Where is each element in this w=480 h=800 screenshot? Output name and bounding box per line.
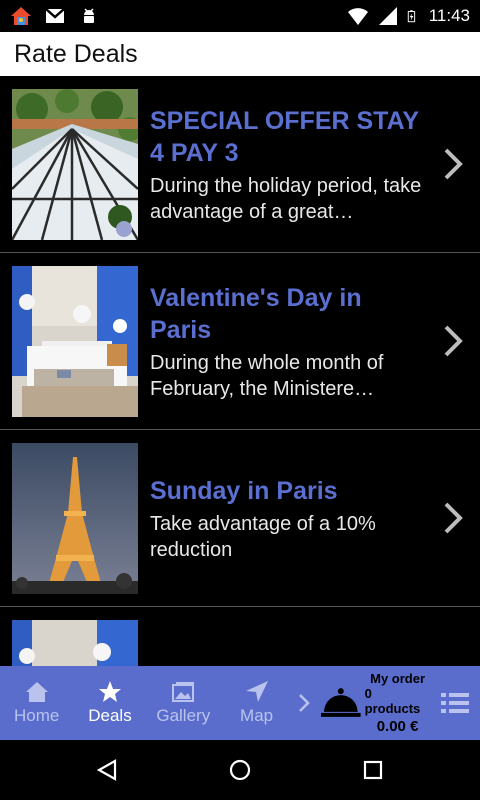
tab-label: Map: [240, 706, 274, 725]
order-summary[interactable]: My order 0 products 0.00 €: [321, 666, 430, 740]
list-menu-icon: [441, 693, 470, 713]
system-nav-bar: [0, 740, 480, 800]
back-button[interactable]: [87, 750, 127, 790]
deal-title: Sunday in Paris: [150, 476, 338, 505]
hotel-room-photo: [12, 266, 138, 417]
tab-label: Gallery: [156, 706, 211, 725]
deal-description: Take advantage of a 10% reduction: [150, 512, 376, 561]
status-time: 11:43: [428, 6, 470, 25]
more-tabs-button[interactable]: [293, 666, 315, 740]
star-icon: [98, 681, 121, 702]
bottom-tab-bar: Home Deals Gallery Map My order 0 produc…: [0, 666, 480, 740]
home-app-icon: [11, 7, 31, 25]
android-debug-icon: [84, 8, 94, 23]
signal-icon: [378, 7, 397, 25]
wifi-icon: [347, 8, 368, 25]
eiffel-tower-night-photo: [12, 443, 138, 594]
home-circle-icon: [229, 759, 251, 781]
menu-button[interactable]: [430, 666, 480, 740]
recents-square-icon: [364, 760, 383, 780]
hotel-room-photo: [12, 620, 138, 666]
cloche-icon: [321, 688, 361, 717]
chevron-right-icon: [444, 502, 463, 534]
navigation-arrow-icon: [245, 681, 268, 702]
deal-title: Valentine's Day in Paris: [150, 283, 362, 344]
tab-deals[interactable]: Deals: [73, 666, 146, 740]
chevron-right-icon: [444, 325, 463, 357]
status-bar: 11:43: [0, 0, 480, 32]
deal-item[interactable]: SPECIAL OFFER STAY 4 PAY 3 During the ho…: [0, 76, 480, 253]
gallery-icon: [172, 682, 195, 702]
back-triangle-icon: [96, 759, 116, 781]
tab-map[interactable]: Map: [220, 666, 293, 740]
page-title: Rate Deals: [14, 39, 138, 68]
deal-description: During the whole month of February, the …: [150, 351, 384, 400]
deals-list[interactable]: SPECIAL OFFER STAY 4 PAY 3 During the ho…: [0, 76, 480, 666]
glass-roof-garden-photo: [12, 89, 138, 240]
deal-title: SPECIAL OFFER STAY 4 PAY 3: [150, 106, 419, 167]
gmail-icon: [45, 8, 65, 23]
title-bar: Rate Deals: [0, 32, 480, 76]
tab-gallery[interactable]: Gallery: [147, 666, 220, 740]
home-button[interactable]: [220, 750, 260, 790]
order-count: 0 products: [364, 686, 421, 716]
chevron-right-icon: [444, 148, 463, 180]
order-title: My order: [370, 671, 426, 686]
deal-item[interactable]: Valentine's Day in Paris During the whol…: [0, 253, 480, 430]
deal-item[interactable]: [0, 607, 480, 666]
tab-label: Deals: [88, 706, 132, 725]
order-total: 0.00 €: [376, 718, 419, 735]
battery-charging-icon: [407, 10, 415, 23]
deal-item[interactable]: Sunday in Paris Take advantage of a 10% …: [0, 430, 480, 607]
chevron-right-icon: [299, 694, 310, 712]
deal-description: During the holiday period, take advantag…: [150, 174, 422, 223]
app-root: 11:43 Rate Deals SPECIAL OFFER STAY 4 PA…: [0, 0, 480, 800]
recents-button[interactable]: [353, 750, 393, 790]
home-icon: [25, 682, 48, 702]
tab-label: Home: [13, 706, 60, 725]
tab-home[interactable]: Home: [0, 666, 73, 740]
